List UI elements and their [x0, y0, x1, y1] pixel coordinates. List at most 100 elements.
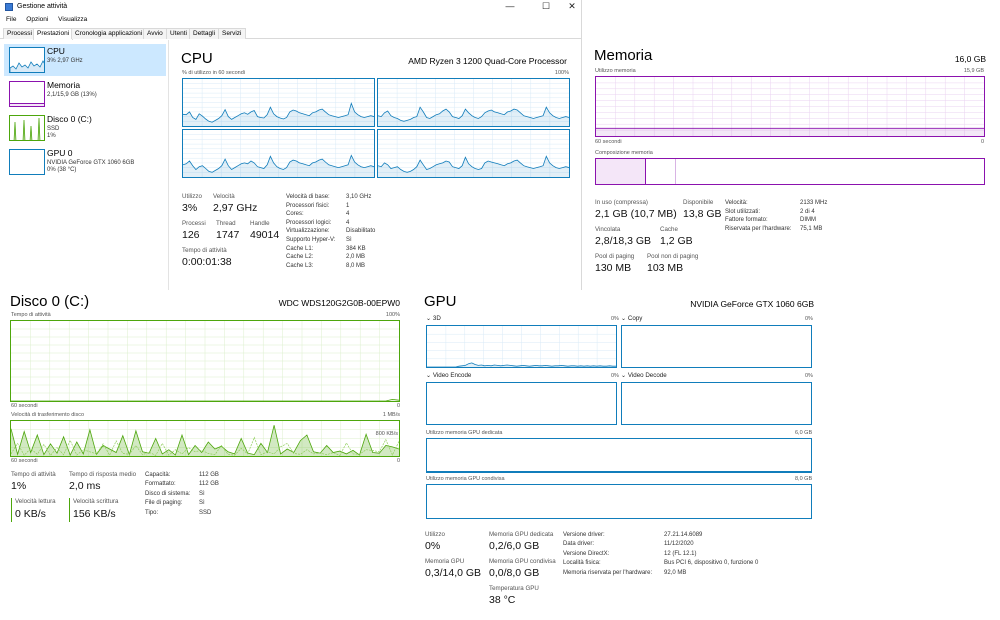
disk-zero-label: 0: [396, 403, 400, 409]
disk-write-label: Velocità scrittura: [73, 498, 119, 505]
sidebar-item-gpu[interactable]: GPU 0 NVIDIA GeForce GTX 1060 6GB 0% (38…: [4, 146, 166, 178]
spec-value: Sì: [199, 500, 205, 507]
gpu-ded-label: Memoria GPU dedicata: [489, 531, 554, 538]
memory-spec-keys: Velocità: Slot utilizzati: Fattore forma…: [725, 199, 792, 233]
gpu-dedicated-max: 6,0 GB: [795, 430, 813, 436]
disk-zero-label-2: 0: [396, 458, 400, 464]
cpu-thread-value: 1747: [216, 229, 240, 241]
memory-spec-values: 2133 MHz 2 di 4 DIMM 75,1 MB: [800, 199, 827, 233]
sidebar-item-sub2: 0% (38 °C): [47, 167, 77, 173]
engine-decode-pct: 0%: [805, 373, 813, 379]
spec-value: 384 KB: [346, 245, 366, 252]
graph-grid: [183, 130, 374, 177]
memory-thumbnail: [9, 81, 45, 107]
graph-grid: [378, 130, 569, 177]
spec-key: Località fisica:: [563, 560, 601, 567]
memory-total: 16,0 GB: [954, 54, 986, 64]
sidebar-item-sub: NVIDIA GeForce GTX 1060 6GB: [47, 160, 135, 166]
mem-npool-label: Pool non di paging: [647, 253, 699, 260]
menu-opzioni[interactable]: Opzioni: [26, 16, 48, 23]
sidebar-item-cpu[interactable]: CPU 3% 2,97 GHz: [4, 44, 166, 76]
tab-dettagli[interactable]: Dettagli: [189, 28, 220, 39]
sidebar-divider: [168, 40, 169, 290]
disk-read-label: Velocità lettura: [15, 498, 56, 505]
menu-file[interactable]: File: [6, 16, 16, 23]
engine-copy-label: ⌄ Copy: [621, 315, 643, 322]
tab-avvio[interactable]: Avvio: [143, 28, 167, 39]
task-manager-window: Gestione attività — ☐ ✕ File Opzioni Vis…: [0, 0, 582, 290]
cpu-graph-label: % di utilizzo in 60 secondi: [182, 70, 245, 76]
memory-composition-bar: [595, 158, 985, 185]
gpu-decode-graph: [621, 382, 812, 425]
spec-value: 1: [346, 202, 350, 209]
memory-cache-segment: [596, 159, 676, 184]
disk-resp-value: 2,0 ms: [69, 480, 101, 492]
gpu-3d-graph: [426, 325, 617, 368]
sidebar-item-sub: SSD: [47, 126, 60, 132]
graph-grid: [378, 79, 569, 126]
title-bar: Gestione attività — ☐ ✕: [0, 0, 582, 14]
disk-read-value: 0 KB/s: [15, 508, 46, 520]
gpu-temp-value: 38 °C: [489, 594, 516, 606]
engine-encode-pct: 0%: [611, 373, 619, 379]
tab-processi[interactable]: Processi: [3, 28, 36, 39]
gpu-encode-graph: [426, 382, 617, 425]
engine-copy-pct: 0%: [805, 316, 813, 322]
sidebar-item-memoria[interactable]: Memoria 2,1/15,9 GB (13%): [4, 78, 166, 110]
mem-commit-label: Vincolata: [595, 226, 621, 233]
gpu-shared-label: Utilizzo memoria GPU condivisa: [426, 476, 505, 482]
gpu-sh-label: Memoria GPU condivisa: [489, 558, 556, 565]
spec-value: 2 di 4: [800, 208, 815, 215]
disk-activity-graph: [10, 320, 400, 402]
spec-key: Data driver:: [563, 541, 595, 548]
write-indicator: [69, 498, 70, 522]
spec-value: 27.21.14.6089: [664, 532, 703, 538]
memory-composition-label: Composizione memoria: [595, 150, 653, 156]
tab-servizi[interactable]: Servizi: [218, 28, 246, 39]
memory-graph-label: Utilizzo memoria: [595, 68, 636, 74]
spec-value: 12 (FL 12.1): [664, 550, 697, 557]
disk-write-value: 156 KB/s: [73, 508, 116, 520]
gpu-dedicated-label: Utilizzo memoria GPU dedicata: [426, 430, 503, 436]
spec-key: Tipo:: [145, 509, 159, 516]
spec-value: Sì: [346, 236, 352, 243]
gpu-mem-value: 0,3/14,0 GB: [425, 567, 482, 579]
cpu-uptime-label: Tempo di attività: [182, 247, 227, 254]
cpu-core-graph-2: [182, 129, 375, 178]
close-icon[interactable]: ✕: [558, 0, 586, 14]
maximize-icon[interactable]: ☐: [532, 0, 560, 14]
spec-value: 75,1 MB: [800, 225, 823, 232]
task-manager-icon: [5, 3, 13, 11]
disk-graph2-label: Velocità di trasferimento disco: [11, 412, 85, 418]
gpu-spec-values: 27.21.14.6089 11/12/2020 12 (FL 12.1) Bu…: [664, 531, 758, 578]
sidebar-item-label: CPU: [47, 46, 65, 56]
disk-active-label: Tempo di attività: [11, 471, 56, 478]
tab-utenti[interactable]: Utenti: [166, 28, 191, 39]
tab-strip: Processi Prestazioni Cronologia applicaz…: [0, 27, 582, 40]
sidebar-item-label: GPU 0: [47, 148, 73, 158]
tab-cronologia[interactable]: Cronologia applicazioni: [71, 28, 147, 39]
mem-pool-value: 130 MB: [595, 262, 632, 274]
engine-name: Video Decode: [627, 372, 667, 379]
spec-key: Capacità:: [145, 472, 171, 478]
spec-key: Versione DirectX:: [563, 550, 610, 557]
gpu-sh-value: 0,0/8,0 GB: [489, 567, 540, 579]
disk-transfer-graph: [10, 420, 400, 457]
gpu-spec-keys: Versione driver: Data driver: Versione D…: [563, 531, 652, 578]
disk-spec-values: 112 GB 112 GB Sì Sì SSD: [199, 471, 219, 518]
engine-name: 3D: [432, 315, 441, 322]
minimize-icon[interactable]: —: [496, 0, 524, 14]
spec-key: Velocità:: [725, 200, 748, 206]
graph-grid: [11, 321, 399, 401]
gpu-copy-graph: [621, 325, 812, 368]
sidebar-item-sub2: 1%: [47, 133, 56, 139]
engine-name: Video Encode: [432, 372, 472, 379]
memory-zero-label: 0: [980, 139, 984, 145]
cpu-thread-label: Thread: [216, 220, 236, 227]
gpu-ded-value: 0,2/6,0 GB: [489, 540, 540, 552]
menu-visualizza[interactable]: Visualizza: [58, 16, 87, 23]
sidebar-item-disco[interactable]: Disco 0 (C:) SSD 1%: [4, 112, 166, 144]
graph-grid: [596, 77, 984, 136]
tab-prestazioni[interactable]: Prestazioni: [33, 28, 74, 40]
spec-key: Velocità di base:: [286, 194, 330, 200]
